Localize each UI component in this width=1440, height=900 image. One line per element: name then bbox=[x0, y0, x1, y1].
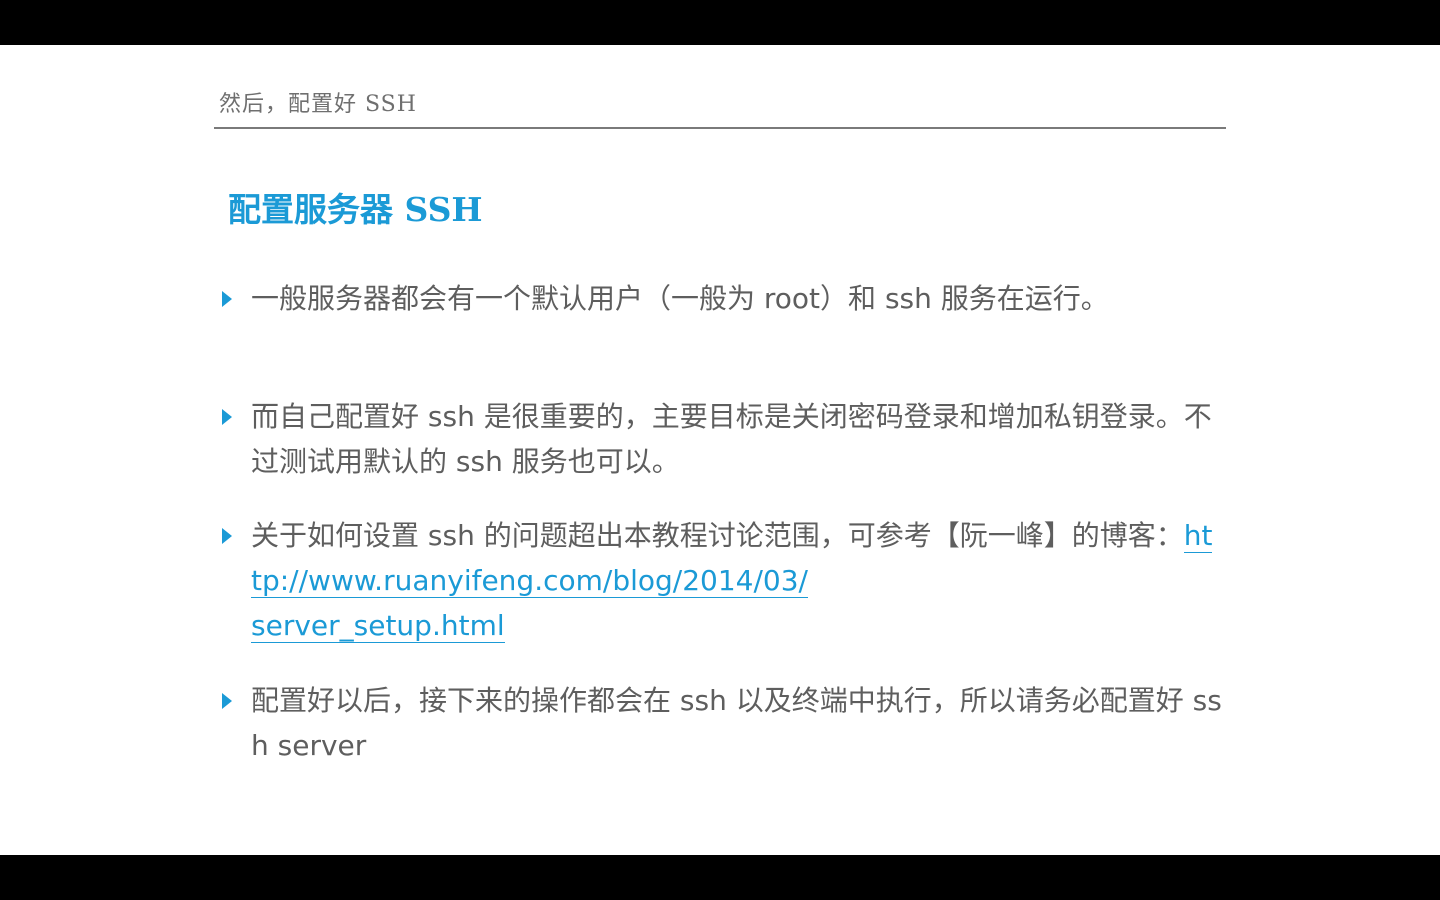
header-divider bbox=[214, 127, 1226, 129]
triangle-right-icon bbox=[222, 409, 232, 425]
triangle-right-icon bbox=[222, 693, 232, 709]
bullet-text: 而自己配置好 ssh 是很重要的，主要目标是关闭密码登录和增加私钥登录。不过测试… bbox=[251, 400, 1212, 478]
triangle-right-icon bbox=[222, 528, 232, 544]
bullet-item-default-user: 一般服务器都会有一个默认用户（一般为 root）和 ssh 服务在运行。 bbox=[222, 276, 1222, 321]
presentation-slide: 然后，配置好 SSH 配置服务器 SSH 一般服务器都会有一个默认用户（一般为 … bbox=[0, 45, 1440, 855]
bullet-text: 一般服务器都会有一个默认用户（一般为 root）和 ssh 服务在运行。 bbox=[251, 282, 1109, 315]
bullet-item-configure-ssh: 而自己配置好 ssh 是很重要的，主要目标是关闭密码登录和增加私钥登录。不过测试… bbox=[222, 394, 1222, 484]
bullet-item-reference-blog: 关于如何设置 ssh 的问题超出本教程讨论范围，可参考【阮一峰】的博客：http… bbox=[222, 513, 1222, 648]
section-title: 配置服务器 SSH bbox=[228, 190, 483, 229]
header-title: 然后，配置好 SSH bbox=[219, 92, 417, 117]
bullet-text: 配置好以后，接下来的操作都会在 ssh 以及终端中执行，所以请务必配置好 ssh… bbox=[251, 684, 1222, 762]
letterbox-top bbox=[0, 0, 1440, 45]
bullet-item-terminal-operations: 配置好以后，接下来的操作都会在 ssh 以及终端中执行，所以请务必配置好 ssh… bbox=[222, 678, 1222, 768]
triangle-right-icon bbox=[222, 291, 232, 307]
blog-link-part-2[interactable]: server_setup.html bbox=[251, 609, 505, 643]
bullet-text: 关于如何设置 ssh 的问题超出本教程讨论范围，可参考【阮一峰】的博客：http… bbox=[251, 513, 1222, 648]
bullet-text-before-link: 关于如何设置 ssh 的问题超出本教程讨论范围，可参考【阮一峰】的博客： bbox=[251, 519, 1184, 552]
letterbox-bottom bbox=[0, 855, 1440, 900]
